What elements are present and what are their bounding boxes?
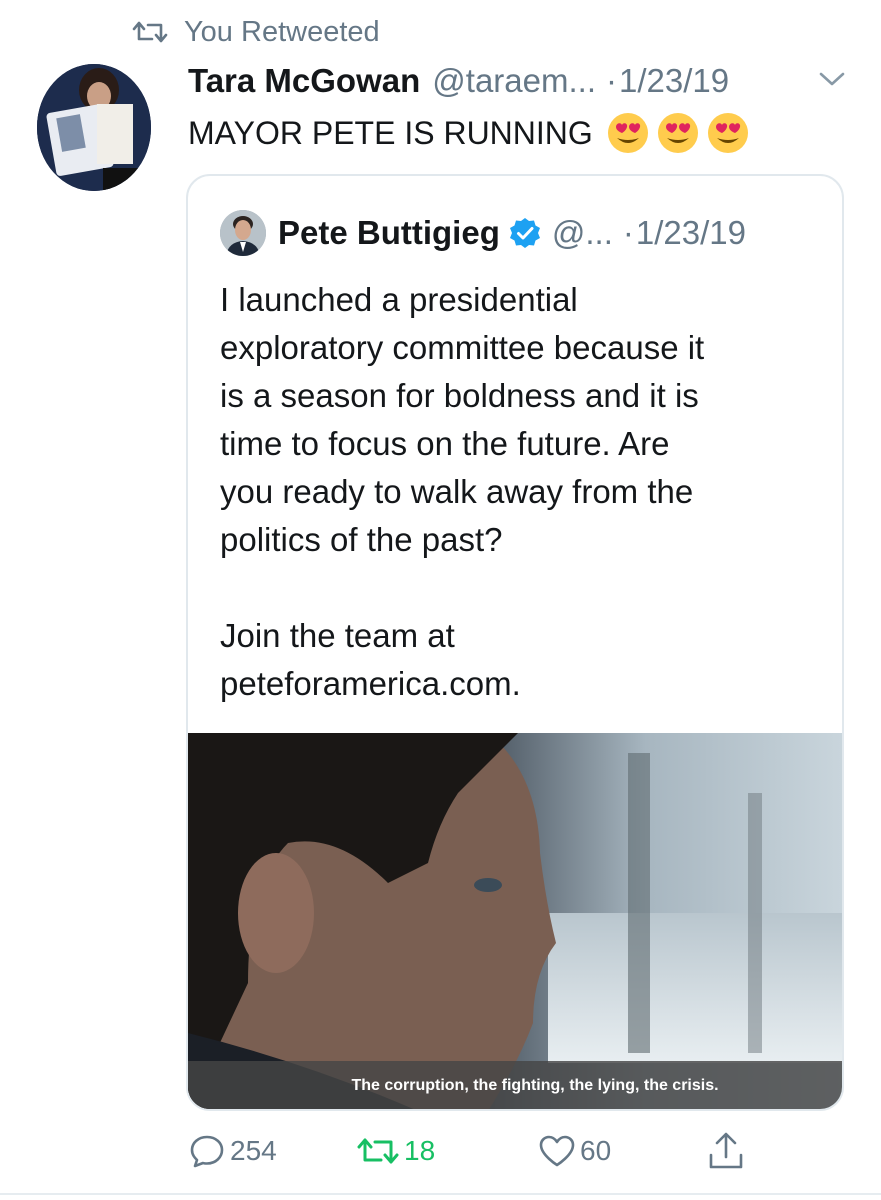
retweet-notice-label: You Retweeted [184,15,380,48]
separator-dot: · [622,214,634,251]
quoted-date[interactable]: 1/23/19 [636,214,746,252]
video-thumbnail[interactable]: The corruption, the fighting, the lying,… [188,733,842,1109]
video-caption-bar: The corruption, the fighting, the lying,… [188,1061,842,1109]
like-count: 60 [580,1135,612,1166]
reply-count: 254 [230,1135,277,1166]
quoted-tweet-text: I launched a presidential exploratory co… [220,276,820,708]
text-line: is a season for boldness and it is [220,377,699,414]
share-icon [709,1132,743,1169]
retweet-icon [357,1138,399,1164]
heart-eyes-emoji [707,113,748,153]
retweet-button[interactable]: 18 [356,1128,435,1174]
link-text-line[interactable]: peteforamerica.com. [220,660,820,708]
reply-icon [190,1135,224,1168]
heart-icon [539,1135,575,1167]
text-line: time to focus on the future. Are [220,425,670,462]
heart-eyes-emoji [607,113,648,153]
text-line: exploratory committee because it [220,329,705,366]
verified-badge-icon [509,218,540,248]
quoted-tweet-header: Pete Buttigieg @... · 1/23/19 [220,210,746,256]
retweet-icon [132,21,168,43]
text-line: you ready to walk away from the [220,473,694,510]
retweet-count: 18 [404,1135,436,1166]
text-line: I launched a presidential [220,281,578,318]
quoted-avatar[interactable] [220,210,266,256]
retweet-notice: You Retweeted [132,12,380,52]
text-line: Join the team at [220,617,455,654]
quoted-handle[interactable]: @... [552,214,613,252]
video-caption: The corruption, the fighting, the lying,… [351,1077,719,1094]
author-name[interactable]: Tara McGowan [188,62,420,100]
avatar[interactable] [37,64,151,191]
text-line: politics of the past? [220,521,503,558]
quoted-tweet[interactable]: Pete Buttigieg @... · 1/23/19 I launched… [186,174,844,1111]
tweet-header: Tara McGowan @taraem... · 1/23/19 [188,56,729,106]
reply-button[interactable]: 254 [188,1128,277,1174]
author-handle[interactable]: @taraem... [432,62,596,100]
separator-dot: · [606,62,617,99]
quoted-author-name[interactable]: Pete Buttigieg [278,214,500,252]
chevron-down-icon[interactable] [816,68,848,90]
tweet-date[interactable]: 1/23/19 [619,62,729,100]
share-button[interactable] [706,1128,750,1174]
like-button[interactable]: 60 [538,1128,611,1174]
tweet-text-content: MAYOR PETE IS RUNNING [188,114,593,151]
tweet-text: MAYOR PETE IS RUNNING [188,110,749,156]
heart-eyes-emoji [657,113,698,153]
divider [0,1193,881,1195]
